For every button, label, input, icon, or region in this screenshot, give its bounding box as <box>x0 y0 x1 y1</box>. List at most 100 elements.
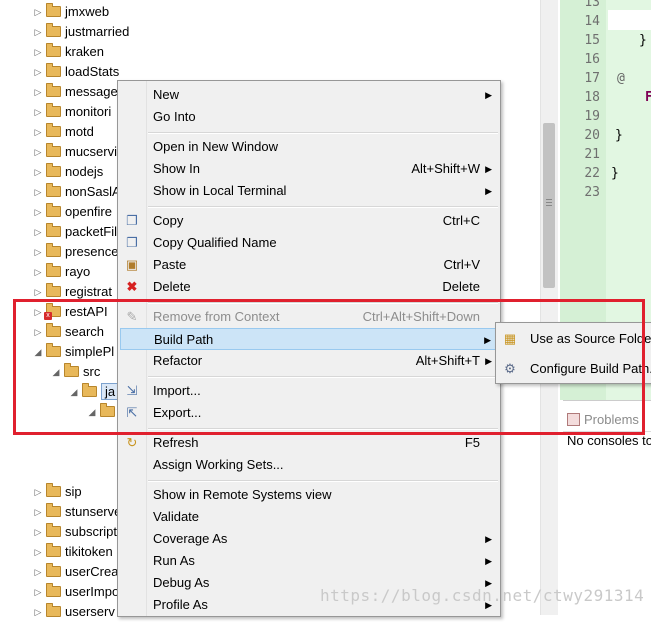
folder-icon <box>46 583 61 597</box>
expand-arrow-icon[interactable]: ▷ <box>32 142 44 162</box>
expand-arrow-icon[interactable]: ▷ <box>32 102 44 122</box>
tree-item[interactable]: ▷ sip <box>32 482 82 502</box>
menu-item-show-local-terminal[interactable]: Show in Local Terminal ▶ <box>120 180 496 202</box>
tree-item[interactable]: ▷ motd <box>32 122 94 142</box>
tree-item-label: justmarried <box>65 24 130 39</box>
expand-arrow-icon[interactable]: ▷ <box>32 22 44 42</box>
expand-arrow-icon[interactable]: ▷ <box>32 502 44 522</box>
watermark-text: https://blog.csdn.net/ctwy291314 <box>320 586 645 605</box>
expand-arrow-icon[interactable]: ▷ <box>32 82 44 102</box>
menu-item-refresh[interactable]: ↻ Refresh F5 <box>120 432 496 454</box>
tree-item[interactable]: ▷ nonSaslA <box>32 182 121 202</box>
tree-item[interactable]: ▷ stunserve <box>32 502 121 522</box>
menu-item-validate[interactable]: Validate <box>120 506 496 528</box>
tree-item[interactable]: ▷ kraken <box>32 42 104 62</box>
menu-item-go-into[interactable]: Go Into <box>120 106 496 128</box>
menu-item-run-as[interactable]: Run As ▶ <box>120 550 496 572</box>
copy-qualified-icon: ❐ <box>126 235 138 250</box>
expand-arrow-icon[interactable]: ▷ <box>32 582 44 602</box>
tree-item-label: presence <box>65 244 119 259</box>
submenu-arrow-icon: ▶ <box>485 90 492 100</box>
menu-item-new[interactable]: New ▶ <box>120 84 496 106</box>
line-number: 19 <box>584 109 600 124</box>
tree-item[interactable]: ▷ presence <box>32 242 118 262</box>
line-number: 22 <box>584 166 600 181</box>
code-fragment: @ <box>617 71 625 86</box>
menu-item-paste[interactable]: ▣ Paste Ctrl+V <box>120 254 496 276</box>
code-fragment: } <box>639 33 647 48</box>
expand-arrow-icon[interactable]: ▷ <box>32 122 44 142</box>
tree-item[interactable]: ▷ subscript <box>32 522 117 542</box>
tree-item[interactable]: ▷ rayo <box>32 262 90 282</box>
folder-icon <box>46 83 61 97</box>
menu-item-delete[interactable]: ✖ Delete Delete <box>120 276 496 298</box>
line-number: 20 <box>584 128 600 143</box>
folder-icon <box>46 523 61 537</box>
menu-item-coverage-as[interactable]: Coverage As ▶ <box>120 528 496 550</box>
tree-item-label: rayo <box>65 264 91 279</box>
expand-arrow-icon[interactable]: ▷ <box>32 162 44 182</box>
paste-icon: ▣ <box>125 257 139 272</box>
expand-arrow-icon[interactable]: ▷ <box>32 62 44 82</box>
tree-item-label: nodejs <box>65 164 104 179</box>
tree-item[interactable]: ▷ message <box>32 82 118 102</box>
tree-item[interactable]: ▷ jmxweb <box>32 2 109 22</box>
expand-arrow-icon[interactable]: ▷ <box>32 562 44 582</box>
folder-icon <box>46 63 61 77</box>
expand-arrow-icon[interactable]: ▷ <box>32 522 44 542</box>
line-number: 13 <box>584 0 600 10</box>
tree-item-label: jmxweb <box>65 4 110 19</box>
tree-item[interactable]: ▷ packetFil <box>32 222 117 242</box>
tree-item[interactable]: ▷ nodejs <box>32 162 103 182</box>
menu-item-show-in[interactable]: Show In Alt+Shift+W ▶ <box>120 158 496 180</box>
menu-item-show-remote-systems[interactable]: Show in Remote Systems view <box>120 484 496 506</box>
tree-item[interactable]: ▷ tikitoken <box>32 542 113 562</box>
tree-item[interactable]: ▷ openfire <box>32 202 112 222</box>
tree-item-label: userserv <box>65 604 115 619</box>
expand-arrow-icon[interactable]: ▷ <box>32 242 44 262</box>
submenu-arrow-icon: ▶ <box>485 534 492 544</box>
highlight-annotation-box <box>13 299 645 435</box>
tree-item[interactable]: ▷ userImpo <box>32 582 119 602</box>
menu-item-copy[interactable]: ❐ Copy Ctrl+C <box>120 210 496 232</box>
line-number: 18 <box>584 90 600 105</box>
delete-icon: ✖ <box>126 279 138 294</box>
code-fragment: } <box>611 166 619 181</box>
expand-arrow-icon[interactable]: ▷ <box>32 202 44 222</box>
tree-item-label: monitori <box>65 104 112 119</box>
expand-arrow-icon[interactable]: ▷ <box>32 602 44 622</box>
scrollbar-thumb[interactable] <box>543 123 555 288</box>
folder-icon <box>46 43 61 57</box>
menu-separator <box>148 206 498 208</box>
menu-separator <box>148 132 498 134</box>
expand-arrow-icon[interactable]: ▷ <box>32 2 44 22</box>
expand-arrow-icon[interactable]: ▷ <box>32 262 44 282</box>
tree-item[interactable]: ▷ loadStats <box>32 62 119 82</box>
folder-icon <box>46 203 61 217</box>
tree-item-label: motd <box>65 124 94 139</box>
tree-item-label: nonSaslA <box>65 184 121 199</box>
tree-item[interactable]: ▷ justmarried <box>32 22 129 42</box>
expand-arrow-icon[interactable]: ▷ <box>32 482 44 502</box>
tree-item[interactable]: ▷ mucservi <box>32 142 117 162</box>
submenu-arrow-icon: ▶ <box>485 164 492 174</box>
tree-item-label: openfire <box>65 204 112 219</box>
expand-arrow-icon[interactable]: ▷ <box>32 182 44 202</box>
tree-item[interactable]: ▷ monitori <box>32 102 111 122</box>
expand-arrow-icon[interactable]: ▷ <box>32 222 44 242</box>
menu-item-assign-working-sets[interactable]: Assign Working Sets... <box>120 454 496 476</box>
menu-item-open-new-window[interactable]: Open in New Window <box>120 136 496 158</box>
expand-arrow-icon[interactable]: ▷ <box>32 42 44 62</box>
folder-icon <box>46 603 61 617</box>
line-number: 21 <box>584 147 600 162</box>
folder-icon <box>46 183 61 197</box>
folder-icon <box>46 3 61 17</box>
line-number: 16 <box>584 52 600 67</box>
tree-item[interactable]: ▷ userCrea <box>32 562 118 582</box>
tree-item[interactable]: ▷ userserv <box>32 602 115 622</box>
code-fragment: } <box>615 128 623 143</box>
expand-arrow-icon[interactable]: ▷ <box>32 542 44 562</box>
menu-item-copy-qualified-name[interactable]: ❐ Copy Qualified Name <box>120 232 496 254</box>
line-number: 15 <box>584 33 600 48</box>
folder-icon <box>46 23 61 37</box>
